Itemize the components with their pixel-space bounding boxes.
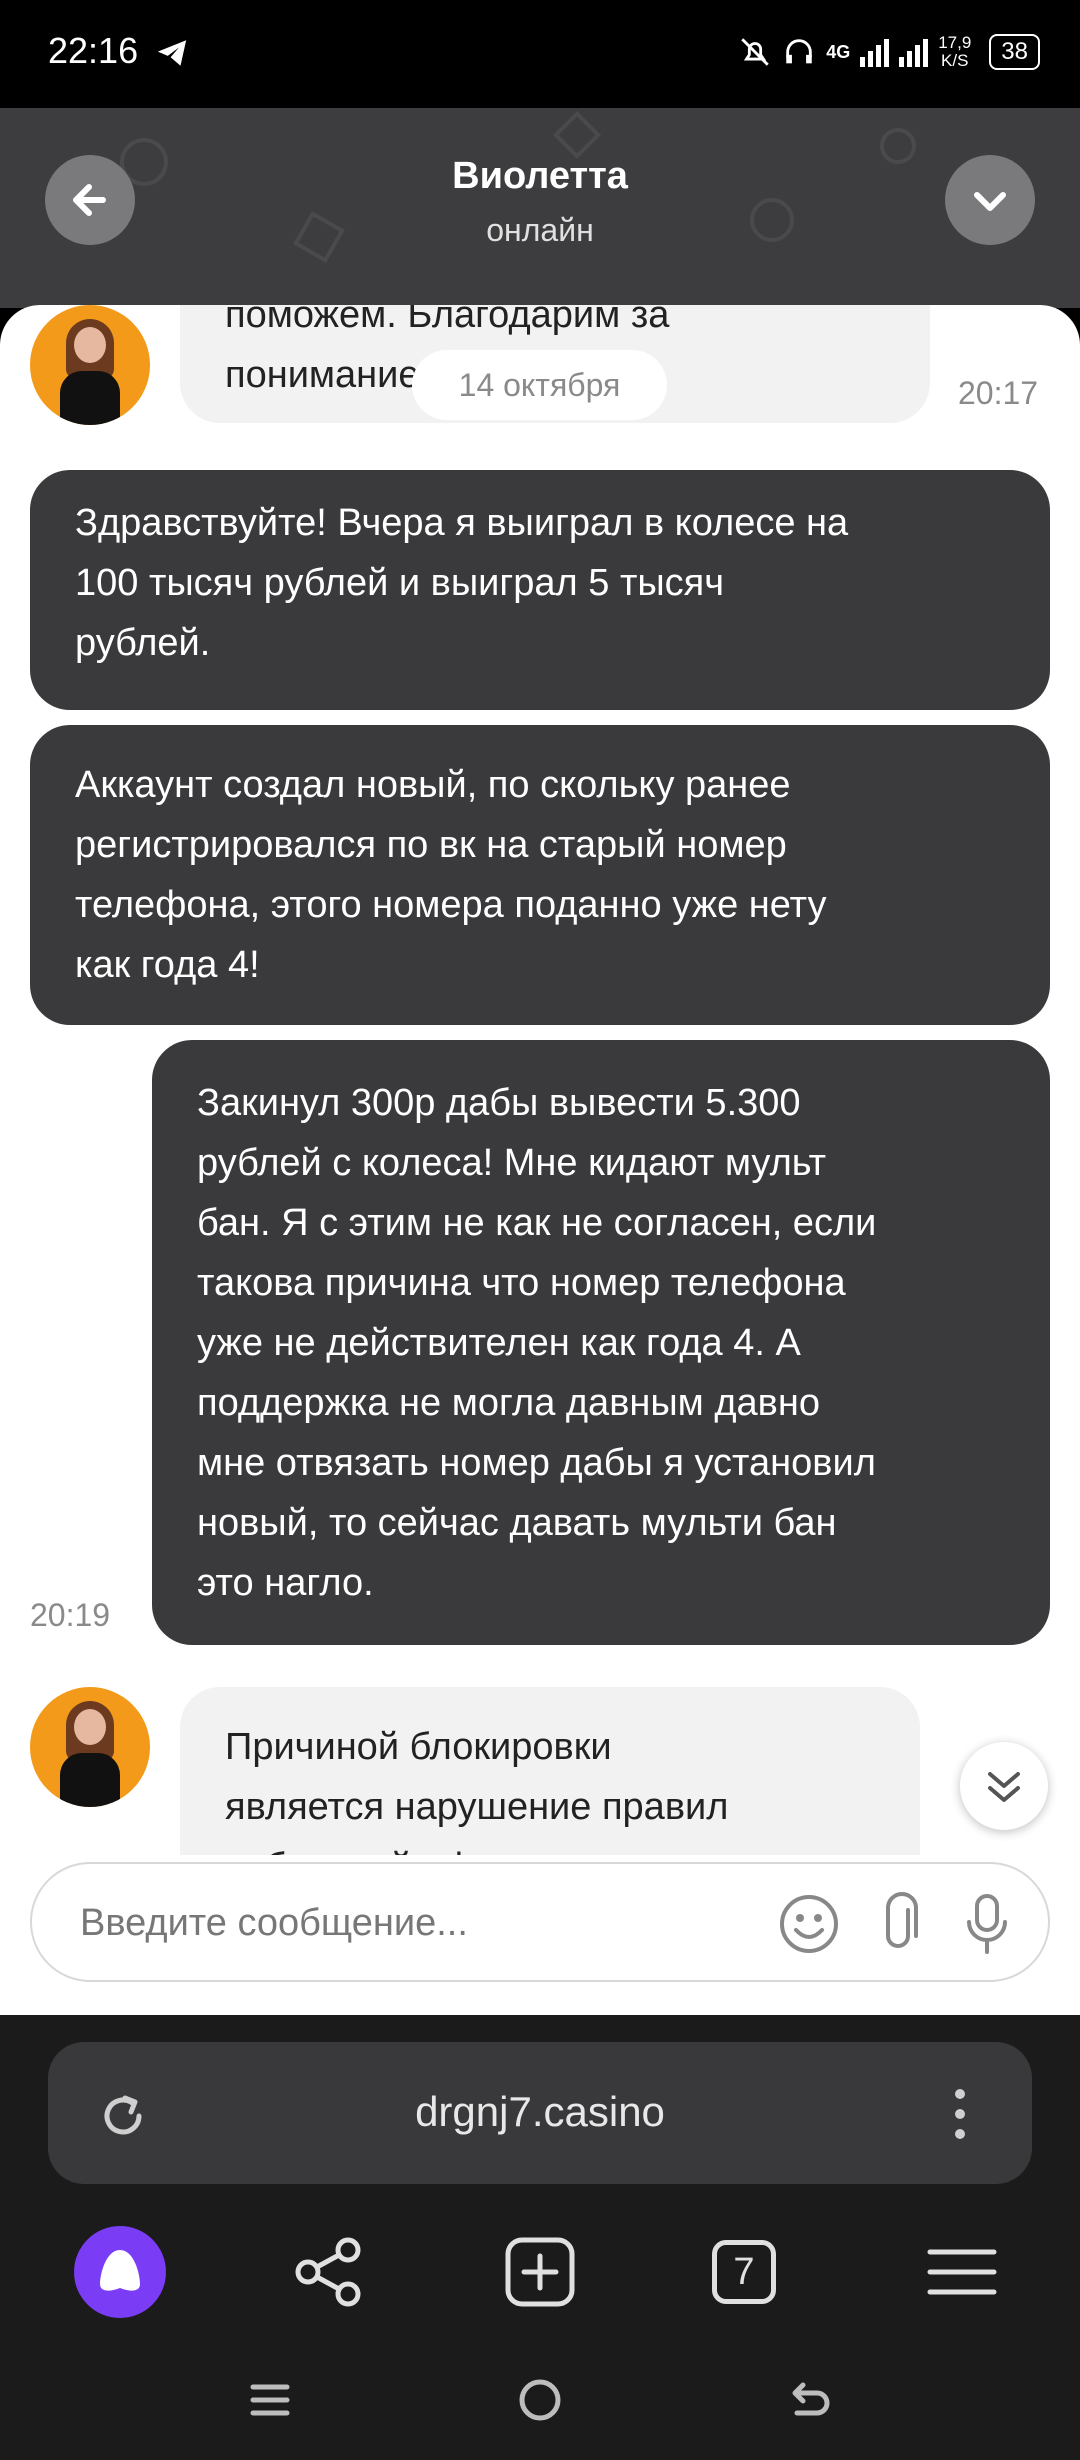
outgoing-message: Аккаунт создал новый, по скольку ранее р… [30,725,1050,1025]
message-line: Здравствуйте! Вчера я выиграл в колесе н… [75,502,849,544]
message-line: новый, то сейчас давать мульти бан [197,1502,837,1544]
signal-icon-2 [899,37,929,67]
message-line: Причиной блокировки [225,1726,612,1768]
network-type: 4G [826,41,851,62]
message-line: является нарушение правил [225,1786,729,1828]
hamburger-menu-icon[interactable] [912,2222,1012,2322]
message-line: мне отвязать номер дабы я установил [197,1442,876,1484]
message-composer [30,1862,1050,1982]
tabs-counter-button[interactable]: 7 [712,2240,776,2304]
home-icon[interactable] [515,2375,565,2425]
message-line: рублей с колеса! Мне кидают мульт [197,1142,826,1184]
message-line: поддержка не могла давным давно [197,1382,820,1424]
message-input[interactable] [78,1886,782,1960]
status-icons: 4G 17,9 K/S 38 [738,30,1040,74]
battery-indicator: 38 [989,34,1040,70]
system-navigation-bar [0,2350,1080,2460]
speed-unit: K/S [941,51,969,70]
message-line: регистрировался по вк на старый номер [75,824,787,866]
microphone-icon[interactable] [957,1890,1017,1958]
emoji-icon[interactable] [777,1892,841,1956]
alice-assistant-icon[interactable] [70,2222,170,2322]
double-chevron-down-icon [988,1772,1020,1802]
contact-name: Виолетта [452,155,628,197]
message-line: бан. Я с этим не как не согласен, если [197,1202,877,1244]
message-line: такова причина что номер телефона [197,1262,846,1304]
message-line: уже не действителен как года 4. А [197,1322,801,1364]
scroll-to-bottom-button[interactable] [960,1742,1048,1830]
chevron-down-icon [974,192,1006,211]
chat-header [0,108,1080,308]
date-separator: 14 октября [412,350,667,420]
recents-icon[interactable] [245,2375,295,2425]
share-icon[interactable] [278,2222,378,2322]
chat-messages[interactable]: поможем. Благодарим за понимание! 20:17 … [0,305,1080,2015]
contact-status: онлайн [486,212,594,248]
message-time: 20:17 [958,375,1039,411]
tabs-count: 7 [733,2251,755,2293]
message-line: как года 4! [75,944,260,986]
mute-bell-icon [741,38,769,66]
message-line: поможем. Благодарим за [225,305,670,336]
back-nav-icon[interactable] [785,2375,835,2425]
outgoing-message: Здравствуйте! Вчера я выиграл в колесе н… [30,470,1050,710]
status-time: 22:16 [48,30,139,71]
outgoing-message: Закинул 300р дабы вывести 5.300 рублей с… [152,1040,1050,1645]
agent-avatar [30,305,150,425]
message-line: Аккаунт создал новый, по скольку ранее [75,764,791,806]
collapse-chat-button[interactable] [945,155,1035,245]
message-line: это нагло. [197,1562,374,1604]
headphones-icon [786,39,812,64]
network-speed: 17,9 K/S [938,34,971,70]
message-line: 100 тысяч рублей и выиграл 5 тысяч [75,562,725,604]
more-menu-icon[interactable] [945,2084,975,2144]
message-time: 20:19 [30,1597,111,1633]
message-line: телефона, этого номера поданно уже нету [75,884,827,926]
signal-icon [860,37,890,67]
url-text[interactable]: drgnj7.casino [0,2088,1080,2136]
attach-icon[interactable] [870,1890,934,1958]
message-line: рублей. [75,622,211,664]
message-line: Закинул 300р дабы вывести 5.300 [197,1082,801,1124]
agent-avatar [30,1687,150,1807]
telegram-icon [157,40,187,66]
speed-value: 17,9 [938,33,972,52]
new-tab-icon[interactable] [490,2222,590,2322]
